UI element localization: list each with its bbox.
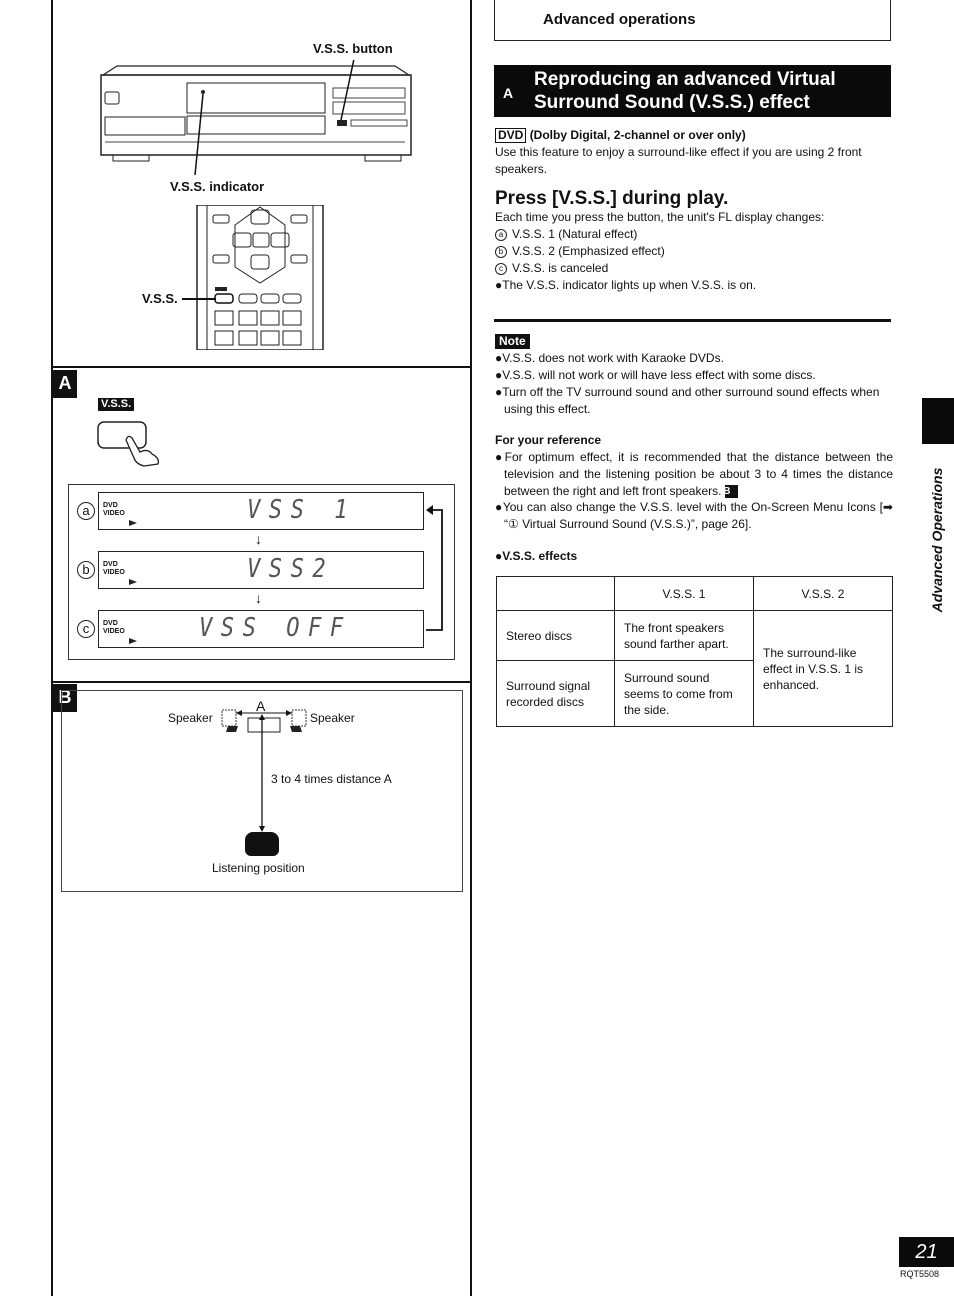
step-option-a: a V.S.S. 1 (Natural effect) xyxy=(495,226,637,243)
section-title: Advanced operations xyxy=(543,11,696,28)
title-bar: A Reproducing an advanced Virtual Surrou… xyxy=(494,65,891,117)
option-text: V.S.S. is canceled xyxy=(512,261,609,275)
arrow-down-icon: ↓ xyxy=(255,531,262,547)
table-header-row: V.S.S. 1 V.S.S. 2 xyxy=(496,576,893,611)
cycle-return-arrow xyxy=(426,505,443,631)
title-line-1: Reproducing an advanced Virtual xyxy=(534,69,836,90)
document-code: RQT5508 xyxy=(900,1269,940,1279)
display-mark-a: a xyxy=(77,502,95,520)
side-tab-marker xyxy=(922,398,954,444)
title-line-2: Surround Sound (V.S.S.) effect xyxy=(534,92,810,113)
speaker-layout-diagram xyxy=(221,709,307,832)
figure-a-tag: A xyxy=(53,370,77,398)
table-header-cell: V.S.S. 2 xyxy=(753,576,893,611)
note-item: ●Turn off the TV surround sound and othe… xyxy=(495,385,880,416)
video-label: VIDEO xyxy=(103,510,125,517)
play-icon xyxy=(129,579,137,585)
fl-display-c-text: VSS OFF xyxy=(199,613,352,643)
play-icon xyxy=(129,520,137,526)
table-cell: The front speakers sound farther apart. xyxy=(614,610,754,661)
reference-item-1-text: ●For optimum effect, it is recommended t… xyxy=(495,450,893,498)
step-option-b: b V.S.S. 2 (Emphasized effect) xyxy=(495,243,665,260)
dvd-label: DVD xyxy=(103,502,118,509)
vss-effects-table: V.S.S. 1 V.S.S. 2 Stereo discs The front… xyxy=(496,576,893,727)
step-bullet: ●The V.S.S. indicator lights up when V.S… xyxy=(495,278,757,292)
remote-vss-label: V.S.S. xyxy=(142,291,178,306)
listening-seat-icon xyxy=(245,832,279,856)
figure-a-bottom-rule xyxy=(51,681,471,683)
distance-text: 3 to 4 times distance A xyxy=(271,772,392,786)
display-mark-c: c xyxy=(77,620,95,638)
table-row: Stereo discs The front speakers sound fa… xyxy=(496,610,893,727)
condition-text: (Dolby Digital, 2-channel or over only) xyxy=(529,128,746,142)
fl-display-b-text: VSS2 xyxy=(247,554,335,584)
figure-top-bottom-rule xyxy=(51,366,471,368)
table-header-cell: V.S.S. 1 xyxy=(614,576,754,611)
dvd-label: DVD xyxy=(103,561,118,568)
dvd-badge: DVD xyxy=(495,128,527,143)
table-row-label: Surround signal recorded discs xyxy=(496,660,615,727)
note-item: ●V.S.S. does not work with Karaoke DVDs. xyxy=(495,351,724,365)
step-lead: Each time you press the button, the unit… xyxy=(495,210,825,224)
vss-indicator-label: V.S.S. indicator xyxy=(170,179,265,194)
video-label: VIDEO xyxy=(103,569,125,576)
reference-heading: For your reference xyxy=(495,433,602,447)
option-text: V.S.S. 1 (Natural effect) xyxy=(512,227,638,241)
display-mark-b: b xyxy=(77,561,95,579)
side-section-label: Advanced Operations xyxy=(929,467,945,613)
note-item: ●V.S.S. will not work or will have less … xyxy=(495,368,816,382)
table-cell-merged: The surround-like effect in V.S.S. 1 is … xyxy=(753,610,893,727)
arrow-down-icon: ↓ xyxy=(255,590,262,606)
option-text: V.S.S. 2 (Emphasized effect) xyxy=(512,244,665,258)
center-divider xyxy=(470,0,472,1296)
intro-condition: DVD (Dolby Digital, 2-channel or over on… xyxy=(495,127,746,144)
note-tag: Note xyxy=(495,334,530,349)
section-rule xyxy=(494,319,891,322)
effects-heading: ●V.S.S. effects xyxy=(495,549,578,563)
table-cell: Surround sound seems to come from the si… xyxy=(614,660,754,727)
fl-display-c: DVD VIDEO VSS OFF xyxy=(98,610,424,648)
reference-item-2: ●You can also change the V.S.S. level wi… xyxy=(495,500,893,531)
video-label: VIDEO xyxy=(103,628,125,635)
title-letter: A xyxy=(503,85,514,101)
distance-a-label: A xyxy=(256,698,266,714)
option-mark: b xyxy=(495,245,507,258)
press-button-hand-icon xyxy=(97,421,160,467)
step-heading: Press [V.S.S.] during play. xyxy=(495,188,729,209)
vss-button-label: V.S.S. button xyxy=(313,41,393,56)
section-header: Advanced operations xyxy=(494,0,891,41)
fl-display-a-text: VSS 1 xyxy=(247,495,357,525)
intro-text: Use this feature to enjoy a surround-lik… xyxy=(495,145,862,176)
option-mark: c xyxy=(495,262,507,275)
speaker-left-label: Speaker xyxy=(168,711,213,725)
listening-position-label: Listening position xyxy=(212,861,305,875)
step-option-c: c V.S.S. is canceled xyxy=(495,260,608,277)
fl-display-a: DVD VIDEO VSS 1 xyxy=(98,492,424,530)
dvd-player-illustration xyxy=(100,60,412,175)
option-mark: a xyxy=(495,228,507,241)
dvd-label: DVD xyxy=(103,620,118,627)
play-icon xyxy=(129,638,137,644)
reference-item-1: ●For optimum effect, it is recommended t… xyxy=(495,449,893,500)
fl-display-b: DVD VIDEO VSS2 xyxy=(98,551,424,589)
left-column-border xyxy=(51,0,53,1296)
table-row-label: Stereo discs xyxy=(496,610,615,661)
page-number: 21 xyxy=(899,1237,954,1267)
speaker-right-label: Speaker xyxy=(310,711,355,725)
table-header-cell xyxy=(496,576,615,611)
remote-vss-leader xyxy=(182,298,216,300)
vss-button-tag: V.S.S. xyxy=(98,398,135,411)
remote-control-illustration xyxy=(195,205,324,350)
figure-b-ref-tag[interactable]: B xyxy=(723,485,738,499)
